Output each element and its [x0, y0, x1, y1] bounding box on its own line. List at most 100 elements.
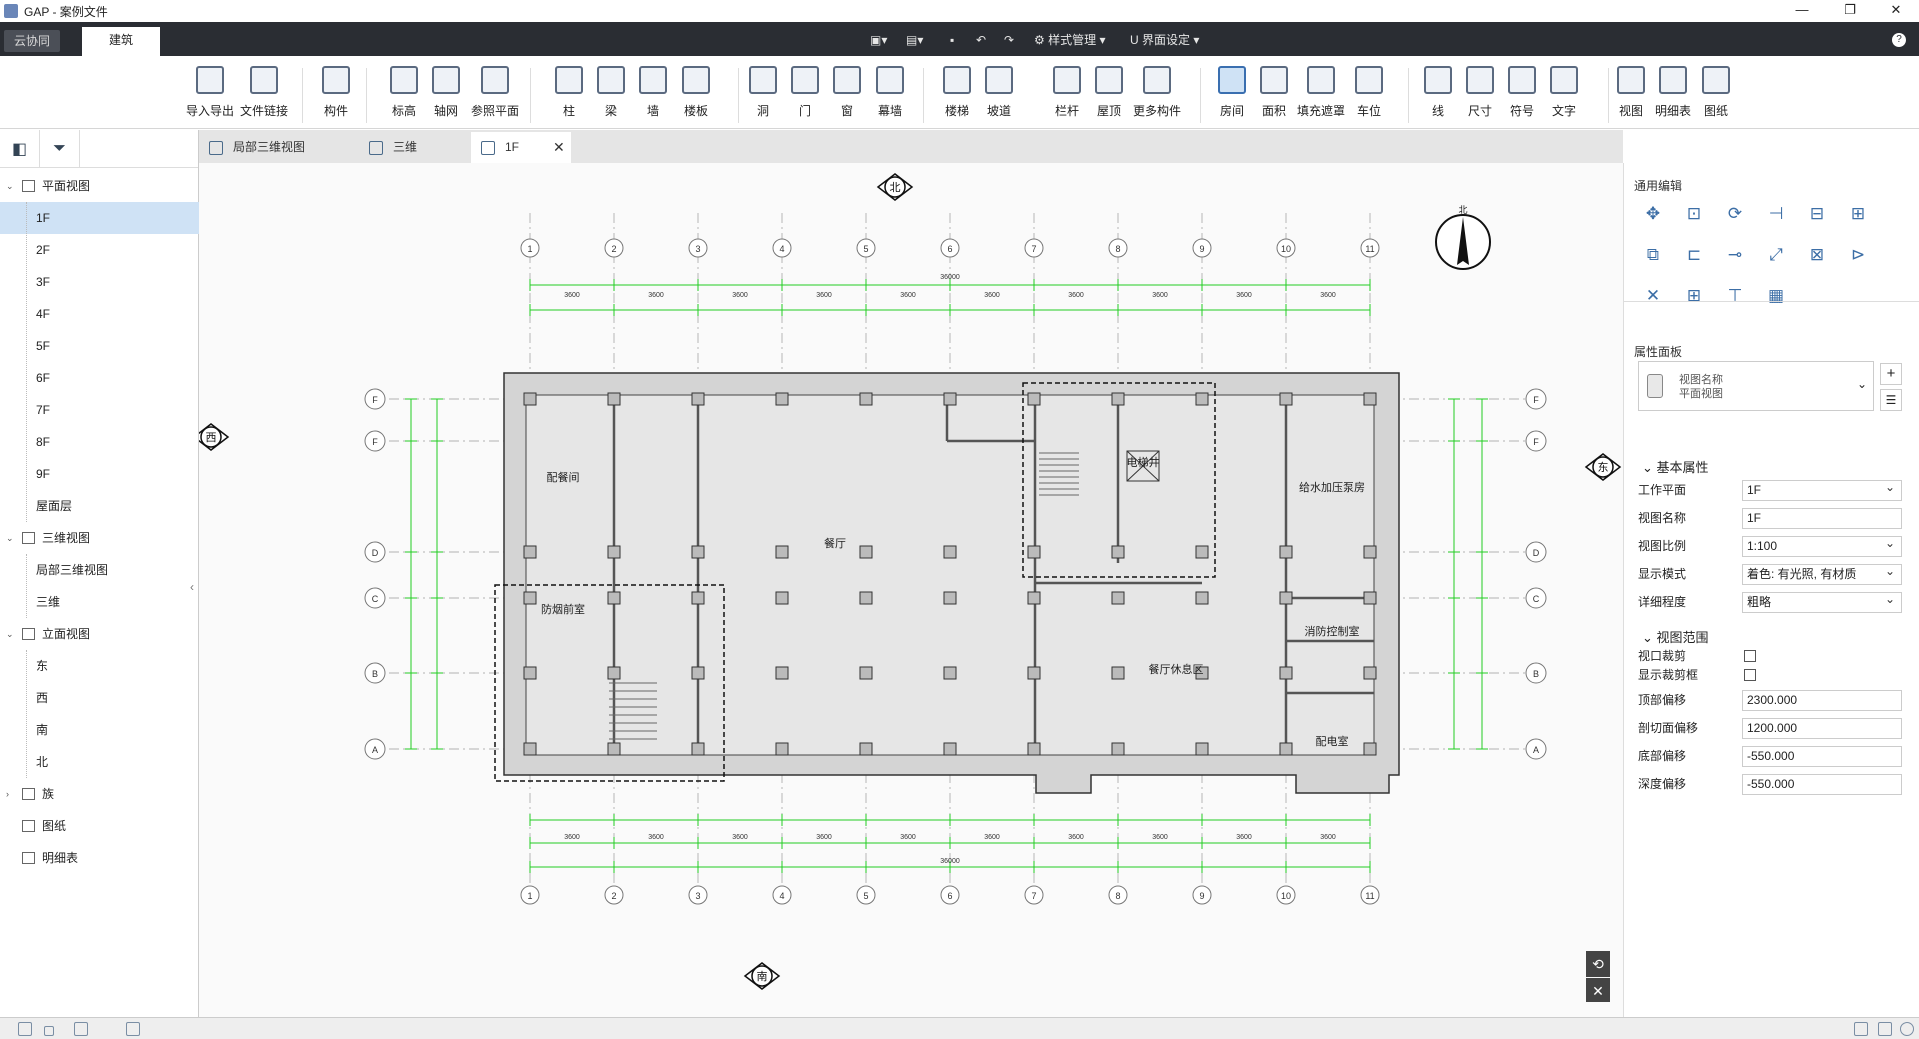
type-selector[interactable]: 视图名称 平面视图 ⌄	[1638, 361, 1874, 411]
edit-tool-icon[interactable]: ⤢	[1761, 240, 1791, 270]
ribbon-button-18[interactable]: 更多构件	[1133, 66, 1181, 128]
edit-tool-icon[interactable]: ⊞	[1843, 199, 1873, 229]
ribbon-button-0[interactable]: 导入导出	[186, 66, 234, 128]
checkbox[interactable]	[1744, 669, 1756, 681]
edit-tool-icon[interactable]: ✕	[1638, 281, 1668, 311]
drawing-canvas[interactable]: 1 1 2 2 3 3 4 4 5 5 6 6 7 7 8 8 9 9 10 10 11 11 F F F F D D C C B B A A 36…	[192, 163, 1623, 1017]
edit-tool-icon[interactable]: ⊞	[1679, 281, 1709, 311]
ribbon-label: 参照平面	[470, 104, 519, 118]
expand-chevron-icon[interactable]: ⌄	[6, 522, 14, 554]
tree-item[interactable]: 9F	[0, 458, 199, 490]
ribbon-button-2[interactable]: 构件	[314, 66, 358, 128]
ribbon-button-13[interactable]: 幕墙	[868, 66, 912, 128]
tree-item[interactable]: ⌄ 三维视图	[0, 522, 199, 554]
tree-item[interactable]: 三维	[0, 586, 199, 618]
grid-view-icon[interactable]	[18, 1022, 32, 1036]
tab-local-3d[interactable]: 局部三维视图	[199, 132, 359, 163]
save-status-icon[interactable]	[1854, 1022, 1868, 1036]
open-file-icon[interactable]: ▤▾	[906, 30, 923, 50]
tree-item[interactable]: 明细表	[0, 842, 199, 874]
close-tab-icon[interactable]: ✕	[553, 132, 565, 163]
tree-item[interactable]: 5F	[0, 330, 199, 362]
tree-item[interactable]: 局部三维视图	[0, 554, 199, 586]
edit-tool-icon[interactable]: ⊏	[1679, 240, 1709, 270]
edit-tool-icon[interactable]: ⟳	[1720, 199, 1750, 229]
offset-input[interactable]: 1200.000	[1742, 718, 1902, 739]
edit-tool-icon[interactable]: ⊡	[1679, 199, 1709, 229]
ribbon-button-15[interactable]: 坡道	[977, 66, 1021, 128]
add-type-button[interactable]: +	[1880, 363, 1902, 385]
view-range-section[interactable]: ⌄ 视图范围	[1642, 627, 1709, 646]
ribbon-button-9[interactable]: 楼板	[674, 66, 718, 128]
edit-tool-icon[interactable]: ⊳	[1843, 240, 1873, 270]
help-icon[interactable]: ?	[1892, 33, 1906, 47]
tree-item[interactable]: 6F	[0, 362, 199, 394]
undo-icon[interactable]: ↶	[976, 30, 986, 50]
ribbon-button-1[interactable]: 文件链接	[240, 66, 288, 128]
expand-chevron-icon[interactable]: ⌄	[6, 618, 14, 650]
edit-tool-icon[interactable]: ⊸	[1720, 240, 1750, 270]
tree-item[interactable]: 2F	[0, 234, 199, 266]
tree-item[interactable]: 西	[0, 682, 199, 714]
style-manager-button[interactable]: ⚙ 样式管理 ▾	[1034, 30, 1105, 50]
checkbox[interactable]	[1744, 650, 1756, 662]
maximize-button[interactable]: ❐	[1830, 0, 1870, 22]
edit-tool-icon[interactable]: ⊤	[1720, 281, 1750, 311]
tree-item[interactable]: 南	[0, 714, 199, 746]
ribbon-button-22[interactable]: 车位	[1347, 66, 1391, 128]
ribbon-label: 坡道	[986, 104, 1011, 118]
basic-props-section[interactable]: ⌄ 基本属性	[1642, 457, 1709, 476]
ribbon-button-29[interactable]: 图纸	[1694, 66, 1738, 128]
collapse-panel-icon[interactable]: ‹	[190, 580, 194, 594]
window-status-icon[interactable]	[1878, 1022, 1892, 1036]
close-button[interactable]: ✕	[1876, 0, 1916, 22]
ribbon-button-5[interactable]: 参照平面	[471, 66, 519, 128]
tab-build[interactable]: 建筑	[82, 27, 160, 56]
edit-tool-icon[interactable]: ⊣	[1761, 199, 1791, 229]
tree-item[interactable]: 图纸	[0, 810, 199, 842]
expand-chevron-icon[interactable]: ›	[6, 778, 9, 810]
settings-status-icon[interactable]	[1900, 1022, 1914, 1036]
tree-item[interactable]: 3F	[0, 266, 199, 298]
small-view-icon[interactable]	[44, 1026, 54, 1036]
panel-toggle-icon[interactable]: ◧	[0, 129, 40, 168]
edit-tool-icon[interactable]: ⊠	[1802, 240, 1832, 270]
tab-1f[interactable]: 1F ✕	[471, 132, 571, 163]
edit-tool-icon[interactable]: ▦	[1761, 281, 1791, 311]
tree-item[interactable]: 4F	[0, 298, 199, 330]
tree-item[interactable]: 7F	[0, 394, 199, 426]
minimize-button[interactable]: —	[1782, 0, 1822, 22]
ribbon-button-26[interactable]: 文字	[1542, 66, 1586, 128]
edit-type-button[interactable]: ☰	[1880, 389, 1902, 411]
tab-cloud[interactable]: 云协同	[4, 30, 61, 52]
redo-icon[interactable]: ↷	[1004, 30, 1014, 50]
edit-tool-icon[interactable]: ⧉	[1638, 240, 1668, 270]
filter-icon[interactable]: ⏷	[40, 129, 80, 168]
offset-input[interactable]: -550.000	[1742, 774, 1902, 795]
property-value[interactable]: 1F	[1742, 478, 1902, 501]
tab-3d[interactable]: 三维	[359, 132, 471, 163]
new-file-icon[interactable]: ▣▾	[870, 30, 887, 50]
edit-tool-icon[interactable]: ⊟	[1802, 199, 1832, 229]
tree-item[interactable]: ⌄ 平面视图	[0, 170, 199, 202]
ui-settings-button[interactable]: U 界面设定 ▾	[1130, 30, 1199, 50]
property-value[interactable]: 1F	[1742, 508, 1902, 529]
tree-item[interactable]: 1F	[0, 202, 199, 234]
expand-chevron-icon[interactable]: ⌄	[6, 170, 14, 202]
tree-item[interactable]: 东	[0, 650, 199, 682]
tree-item[interactable]: 屋面层	[0, 490, 199, 522]
tree-item[interactable]: ⌄ 立面视图	[0, 618, 199, 650]
tree-item[interactable]: 8F	[0, 426, 199, 458]
property-value[interactable]: 1:100	[1742, 534, 1902, 557]
offset-input[interactable]: -550.000	[1742, 746, 1902, 767]
property-value[interactable]: 粗略	[1742, 590, 1902, 613]
save-icon[interactable]: ▪	[950, 30, 954, 50]
offset-input[interactable]: 2300.000	[1742, 690, 1902, 711]
edit-tool-icon[interactable]: ✥	[1638, 199, 1668, 229]
tree-item[interactable]: 北	[0, 746, 199, 778]
tile-view-icon[interactable]	[74, 1022, 88, 1036]
layout-icon[interactable]	[126, 1022, 140, 1036]
ribbon-button-4[interactable]: 轴网	[424, 66, 468, 128]
property-value[interactable]: 着色: 有光照, 有材质	[1742, 562, 1902, 585]
tree-item[interactable]: › 族	[0, 778, 199, 810]
